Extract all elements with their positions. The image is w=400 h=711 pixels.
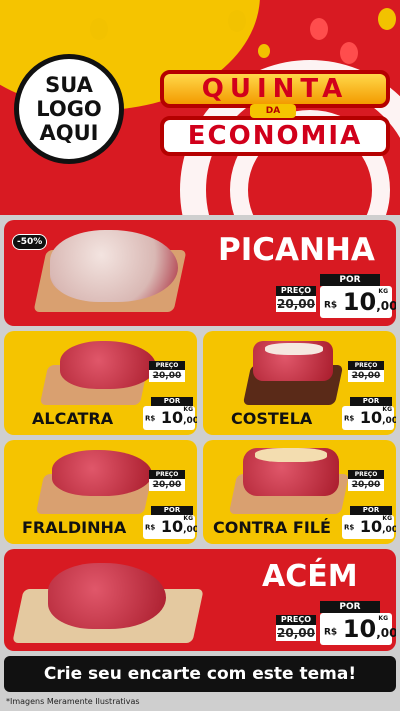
por-label: POR: [320, 274, 380, 286]
title-bottom-plate: ECONOMIA: [160, 116, 390, 156]
cta-text: Crie seu encarte com este tema!: [43, 664, 357, 684]
price-int: 10: [342, 288, 377, 316]
disclaimer-text: *Imagens Meramente Ilustrativas: [6, 697, 140, 706]
product-card-contra-file: CONTRA FILÉ PREÇO 20,00 POR R$ 10,00 KG: [203, 440, 396, 544]
old-price: 20,00: [149, 479, 185, 491]
balloon-icon: [90, 18, 108, 40]
new-price: R$ 10,00 KG: [342, 515, 396, 539]
old-price: 20,00: [348, 479, 384, 491]
por-label: POR: [320, 601, 380, 613]
preco-label: PREÇO: [276, 286, 316, 296]
meat-fraldinha-image: [52, 450, 152, 496]
unit-label: KG: [183, 515, 193, 522]
product-name: FRALDINHA: [22, 518, 127, 537]
fat-layer: [265, 343, 323, 355]
meat-acem-image: [48, 563, 166, 629]
logo-text-line: LOGO: [36, 97, 102, 121]
logo-text-line: SUA: [45, 73, 93, 97]
logo-text-line: AQUI: [39, 121, 99, 145]
title-top-plate: QUINTA: [160, 70, 390, 108]
logo-placeholder: SUA LOGO AQUI: [14, 54, 124, 164]
product-name: PICANHA: [218, 232, 375, 268]
unit-label: KG: [382, 406, 392, 413]
currency-symbol: R$: [145, 523, 156, 532]
price-tag: PREÇO 20,00 POR R$ 10,00 KG: [143, 470, 197, 542]
old-price: 20,00: [149, 370, 185, 382]
product-card-costela: COSTELA PREÇO 20,00 POR R$ 10,00 KG: [203, 331, 396, 435]
product-name: ACÉM: [262, 559, 358, 594]
product-card-fraldinha: FRALDINHA PREÇO 20,00 POR R$ 10,00 KG: [4, 440, 197, 544]
product-card-alcatra: ALCATRA PREÇO 20,00 POR R$ 10,00 KG: [4, 331, 197, 435]
preco-label: PREÇO: [348, 361, 384, 370]
currency-symbol: R$: [145, 414, 156, 423]
title-top-text: QUINTA: [201, 74, 349, 104]
currency-symbol: R$: [324, 627, 338, 638]
product-name: ALCATRA: [32, 409, 114, 428]
product-name: COSTELA: [231, 409, 313, 428]
new-price: R$ 10,00 KG: [320, 286, 396, 318]
old-price: 20,00: [348, 370, 384, 382]
product-card-picanha: -50% PICANHA PREÇO 20,00 POR R$ 10,00 KG: [4, 220, 396, 326]
unit-label: KG: [382, 515, 392, 522]
fat-layer: [255, 448, 327, 462]
unit-label: KG: [378, 288, 388, 295]
preco-label: PREÇO: [149, 361, 185, 370]
price-tag: PREÇO 20,00 POR R$ 10,00 KG: [342, 470, 396, 542]
cta-banner[interactable]: Crie seu encarte com este tema!: [4, 656, 396, 692]
product-name: CONTRA FILÉ: [213, 518, 331, 537]
header-banner: SUA LOGO AQUI QUINTA ECONOMIA DA: [0, 0, 400, 215]
preco-label: PREÇO: [149, 470, 185, 479]
old-price: 20,00: [276, 625, 316, 641]
balloon-icon: [378, 8, 396, 30]
price-int: 10: [359, 408, 383, 427]
price-tag: PREÇO 20,00 POR R$ 10,00 KG: [276, 274, 396, 320]
price-tag: PREÇO 20,00 POR R$ 10,00 KG: [276, 601, 396, 647]
preco-label: PREÇO: [348, 470, 384, 479]
product-card-acem: ACÉM PREÇO 20,00 POR R$ 10,00 KG: [4, 549, 396, 651]
currency-symbol: R$: [324, 300, 338, 311]
currency-symbol: R$: [344, 414, 355, 423]
unit-label: KG: [183, 406, 193, 413]
new-price: R$ 10,00 KG: [143, 515, 197, 539]
balloon-icon: [228, 10, 246, 32]
price-int: 10: [359, 517, 383, 536]
preco-label: PREÇO: [276, 615, 316, 625]
balloon-icon: [258, 44, 270, 58]
new-price: R$ 10,00 KG: [143, 406, 197, 430]
new-price: R$ 10,00 KG: [320, 613, 396, 645]
title-bottom-text: ECONOMIA: [187, 121, 363, 151]
price-int: 10: [342, 615, 377, 643]
new-price: R$ 10,00 KG: [342, 406, 396, 430]
price-tag: PREÇO 20,00 POR R$ 10,00 KG: [143, 361, 197, 433]
meat-alcatra-image: [60, 341, 156, 389]
currency-symbol: R$: [344, 523, 355, 532]
meat-picanha-image: [50, 230, 178, 302]
price-int: 10: [160, 517, 184, 536]
campaign-title: QUINTA ECONOMIA DA: [160, 70, 390, 160]
old-price: 20,00: [276, 296, 316, 312]
balloon-icon: [310, 18, 328, 40]
discount-badge: -50%: [12, 234, 48, 250]
price-tag: PREÇO 20,00 POR R$ 10,00 KG: [342, 361, 396, 433]
title-mid-text: DA: [250, 104, 296, 118]
balloon-icon: [340, 42, 358, 64]
unit-label: KG: [378, 615, 388, 622]
price-int: 10: [160, 408, 184, 427]
